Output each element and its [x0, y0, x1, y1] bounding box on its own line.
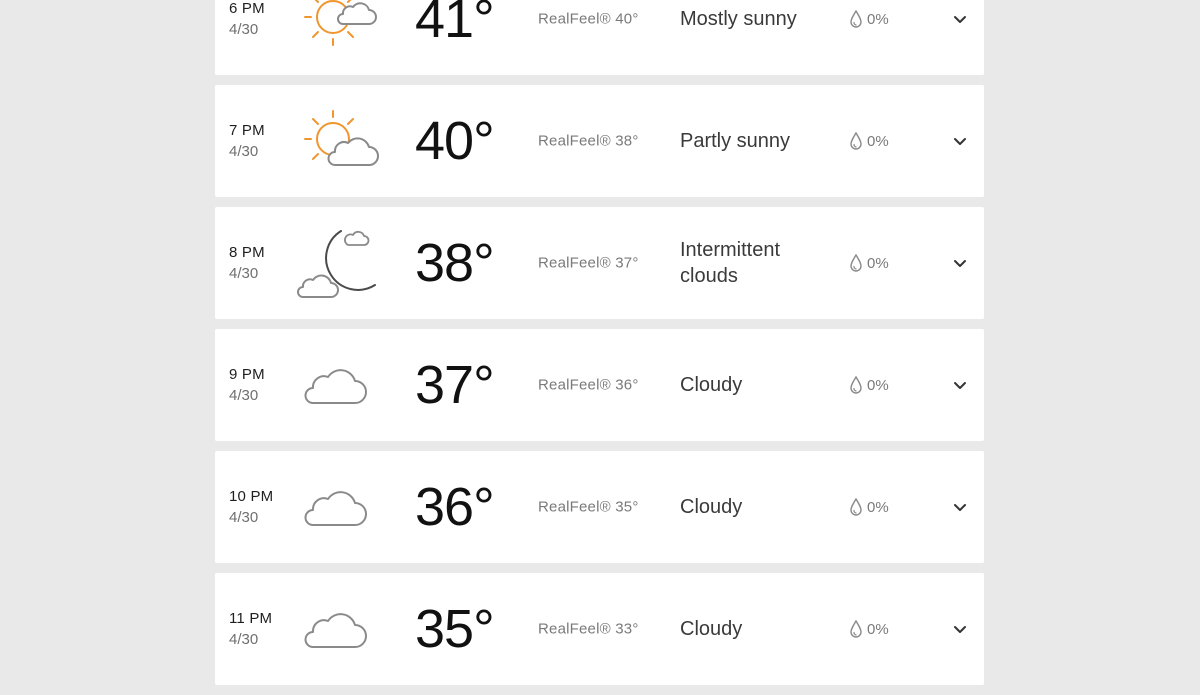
- precipitation: 0%: [849, 620, 889, 638]
- time-block: 10 PM 4/30: [229, 486, 273, 528]
- weather-phrase: Cloudy: [680, 618, 743, 640]
- weather-phrase: Intermittent clouds: [680, 239, 781, 287]
- raindrop-icon: [849, 376, 863, 394]
- date-label: 4/30: [229, 21, 259, 38]
- hourly-row[interactable]: 8 PM 4/30 38° RealFeel® 37° Intermittent…: [215, 207, 984, 319]
- realfeel-temperature: RealFeel® 40°: [538, 10, 639, 28]
- mostly-sunny-icon: [297, 0, 383, 57]
- temperature: 36°: [415, 477, 495, 537]
- partly-sunny-icon: [297, 103, 383, 179]
- weather-phrase: Partly sunny: [680, 130, 791, 152]
- chevron-down-icon[interactable]: [952, 255, 968, 271]
- chevron-down-icon[interactable]: [952, 11, 968, 27]
- temperature: 40°: [415, 111, 495, 171]
- time-block: 11 PM 4/30: [229, 608, 272, 650]
- date-label: 4/30: [229, 509, 259, 526]
- raindrop-icon: [849, 498, 863, 516]
- time-block: 6 PM 4/30: [229, 0, 265, 40]
- hourly-forecast-list: 6 PM 4/30 41° RealFeel® 40° Mostly sunny…: [215, 0, 984, 695]
- precipitation-value: 0%: [867, 376, 889, 394]
- precipitation: 0%: [849, 254, 889, 272]
- time-block: 9 PM 4/30: [229, 364, 265, 406]
- chevron-down-icon[interactable]: [952, 377, 968, 393]
- time-block: 8 PM 4/30: [229, 242, 265, 284]
- precipitation-value: 0%: [867, 132, 889, 150]
- hourly-row[interactable]: 7 PM 4/30 40° RealFeel® 38° Partly sunny: [215, 85, 984, 197]
- precipitation-value: 0%: [867, 10, 889, 28]
- temperature: 37°: [415, 355, 495, 415]
- hour-label: 6 PM: [229, 0, 265, 17]
- chevron-down-icon[interactable]: [952, 499, 968, 515]
- hour-label: 9 PM: [229, 366, 265, 383]
- temperature: 41°: [415, 0, 495, 49]
- raindrop-icon: [849, 132, 863, 150]
- date-label: 4/30: [229, 143, 259, 160]
- weather-phrase: Cloudy: [680, 374, 743, 396]
- precipitation: 0%: [849, 376, 889, 394]
- precipitation: 0%: [849, 132, 889, 150]
- temperature: 35°: [415, 599, 495, 659]
- hourly-row[interactable]: 6 PM 4/30 41° RealFeel® 40° Mostly sunny…: [215, 0, 984, 75]
- weather-phrase: Cloudy: [680, 496, 743, 518]
- time-block: 7 PM 4/30: [229, 120, 265, 162]
- date-label: 4/30: [229, 631, 259, 648]
- realfeel-temperature: RealFeel® 37°: [538, 254, 639, 272]
- hourly-row[interactable]: 11 PM 4/30 35° RealFeel® 33° Cloudy 0%: [215, 573, 984, 685]
- hour-label: 8 PM: [229, 244, 265, 261]
- hourly-row[interactable]: 9 PM 4/30 37° RealFeel® 36° Cloudy 0%: [215, 329, 984, 441]
- hour-label: 7 PM: [229, 122, 265, 139]
- date-label: 4/30: [229, 387, 259, 404]
- realfeel-temperature: RealFeel® 38°: [538, 132, 639, 150]
- intermittent-clouds-night-icon: [297, 225, 383, 301]
- chevron-down-icon[interactable]: [952, 133, 968, 149]
- precipitation-value: 0%: [867, 620, 889, 638]
- cloudy-icon: [297, 347, 383, 423]
- temperature: 38°: [415, 233, 495, 293]
- raindrop-icon: [849, 10, 863, 28]
- precipitation-value: 0%: [867, 254, 889, 272]
- raindrop-icon: [849, 620, 863, 638]
- weather-phrase: Mostly sunny: [680, 8, 797, 30]
- raindrop-icon: [849, 254, 863, 272]
- cloudy-icon: [297, 591, 383, 667]
- hour-label: 10 PM: [229, 488, 274, 505]
- realfeel-temperature: RealFeel® 35°: [538, 498, 639, 516]
- chevron-down-icon[interactable]: [952, 621, 968, 637]
- realfeel-temperature: RealFeel® 33°: [538, 620, 639, 638]
- precipitation-value: 0%: [867, 498, 889, 516]
- hour-label: 11 PM: [229, 610, 273, 627]
- precipitation: 0%: [849, 498, 889, 516]
- date-label: 4/30: [229, 265, 259, 282]
- hourly-row[interactable]: 10 PM 4/30 36° RealFeel® 35° Cloudy 0%: [215, 451, 984, 563]
- cloudy-icon: [297, 469, 383, 545]
- precipitation: 0%: [849, 10, 889, 28]
- realfeel-temperature: RealFeel® 36°: [538, 376, 639, 394]
